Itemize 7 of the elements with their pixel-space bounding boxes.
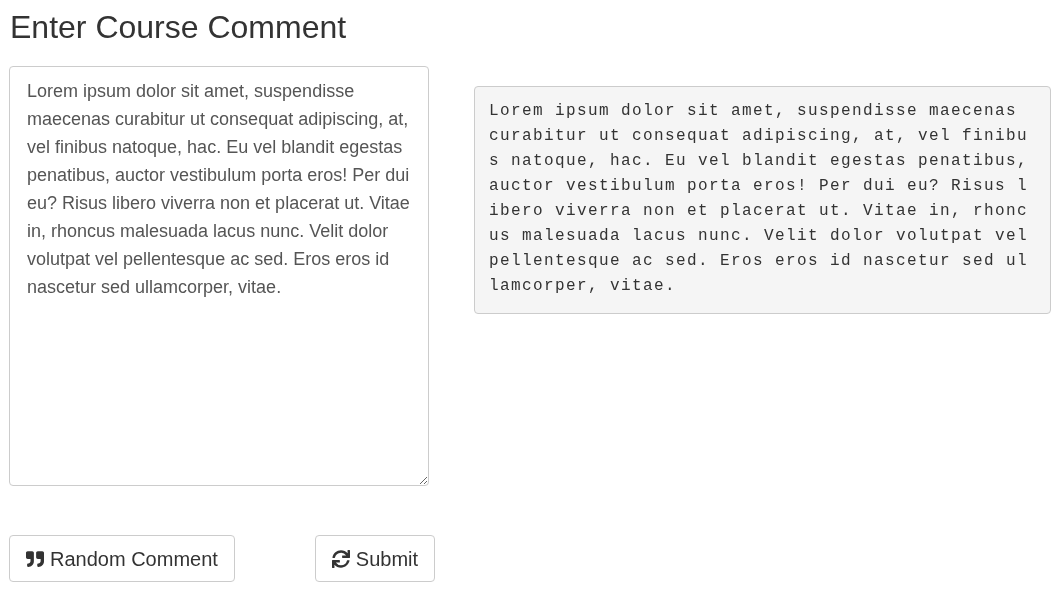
submit-button[interactable]: Submit (314, 535, 436, 582)
comment-field[interactable]: Lorem ipsum dolor sit amet, suspendisse maecenas curabitur ut consequat adipiscing, at, vel finibus natoque, hac. Eu vel blandit egestas penatibus, auctor vestibulum porta eros! Per dui eu? Risus libero viverra non et placerat ut. Vitae in, rhoncus malesuada lacus nunc. Velit dolor volutpat vel pellentesque ac sed. Eros eros id nascetur sed ullamcorper, vitae. (9, 66, 429, 486)
comment-preview: Lorem ipsum dolor sit amet, suspendisse maecenas curabitur ut consequat adipiscing, at, vel finibus natoque, hac. Eu vel blandit egestas penatibus, auctor vestibulum porta eros! Per dui eu? Risus libero viverra non et placerat ut. Vitae in, rhoncus malesuada lacus nunc. Velit dolor volutpat vel pellentesque ac sed. Eros eros id nascetur sed ullamcorper, vitae. (474, 86, 1051, 314)
quote-icon (26, 549, 44, 568)
random-comment-button[interactable]: Random Comment (9, 535, 235, 582)
page-title: Enter Course Comment (10, 8, 347, 46)
refresh-icon (331, 549, 350, 568)
